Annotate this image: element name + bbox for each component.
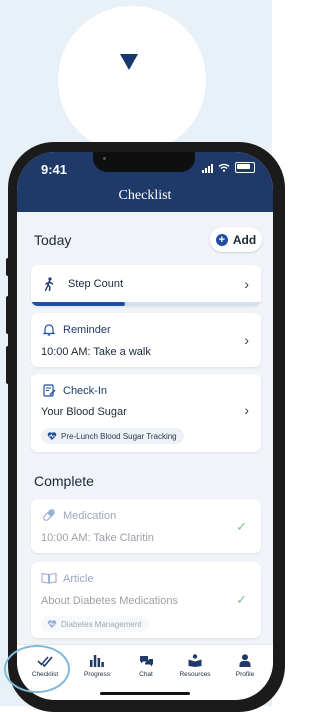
medication-card[interactable]: Medication 10:00 AM: Take Claritin ✓ [31,499,261,553]
step-count-title: Step Count [68,278,124,290]
down-arrow-icon [120,54,138,70]
chevron-right-icon: › [244,332,249,348]
tab-label: Profile [235,671,255,678]
wifi-icon [218,163,230,172]
add-label: Add [232,232,257,247]
highlight-circle [58,6,206,154]
tab-profile[interactable]: Profile [220,653,270,678]
walking-icon [44,277,54,291]
home-indicator [100,692,190,695]
reminder-text: 10:00 AM: Take a walk [41,346,151,358]
tag-label: Diabetes Management [61,619,142,629]
status-icons [202,162,255,173]
step-count-card[interactable]: Step Count › [31,265,261,306]
medication-title: Medication [63,510,117,522]
checkmark-icon: ✓ [236,592,247,607]
battery-icon [235,162,255,173]
plus-icon: + [215,233,228,246]
article-card[interactable]: Article About Diabetes Medications ✓ Dia… [31,562,261,638]
highlight-ring [4,645,70,693]
tab-label: Chat [139,671,153,678]
article-tag: Diabetes Management [41,616,149,632]
status-time: 9:41 [41,162,68,177]
chevron-right-icon: › [244,276,249,292]
check-in-title: Check-In [63,385,108,397]
book-icon [41,572,57,584]
tab-resources[interactable]: Resources [170,653,220,678]
check-in-text: Your Blood Sugar [41,406,127,418]
tab-label: Progress [83,671,110,678]
page-title: Checklist [118,188,172,203]
tracking-tag: Pre-Lunch Blood Sugar Tracking [41,428,184,444]
profile-icon [239,654,251,667]
bell-icon [43,324,55,336]
bar-chart-icon [90,655,104,667]
heart-pulse-icon [47,432,57,440]
tab-label: Resources [179,671,211,678]
tab-progress[interactable]: Progress [72,653,122,678]
signal-icon [202,163,213,173]
reminder-title: Reminder [63,324,111,336]
today-heading: Today [34,232,72,248]
article-text: About Diabetes Medications [41,595,178,607]
pill-icon [43,509,55,521]
check-in-card[interactable]: Check-In Your Blood Sugar › Pre-Lunch Bl… [31,374,261,452]
tab-chat[interactable]: Chat [121,653,171,678]
phone-screen: 9:41 Checklist Today + Add Step Count › [17,152,273,700]
medication-text: 10:00 AM: Take Claritin [41,532,154,544]
step-progress-fill [31,302,125,306]
article-title: Article [63,573,94,585]
tag-label: Pre-Lunch Blood Sugar Tracking [61,431,177,441]
add-button[interactable]: + Add [210,227,262,252]
heart-pulse-icon [47,620,57,628]
edit-note-icon [43,384,56,397]
notch [93,152,195,172]
app-header: 9:41 Checklist [17,152,273,212]
resources-icon [188,654,202,667]
checkmark-icon: ✓ [236,519,247,534]
complete-heading: Complete [34,473,94,489]
chevron-right-icon: › [244,402,249,418]
chat-icon [139,656,153,667]
reminder-card[interactable]: Reminder 10:00 AM: Take a walk › [31,313,261,367]
